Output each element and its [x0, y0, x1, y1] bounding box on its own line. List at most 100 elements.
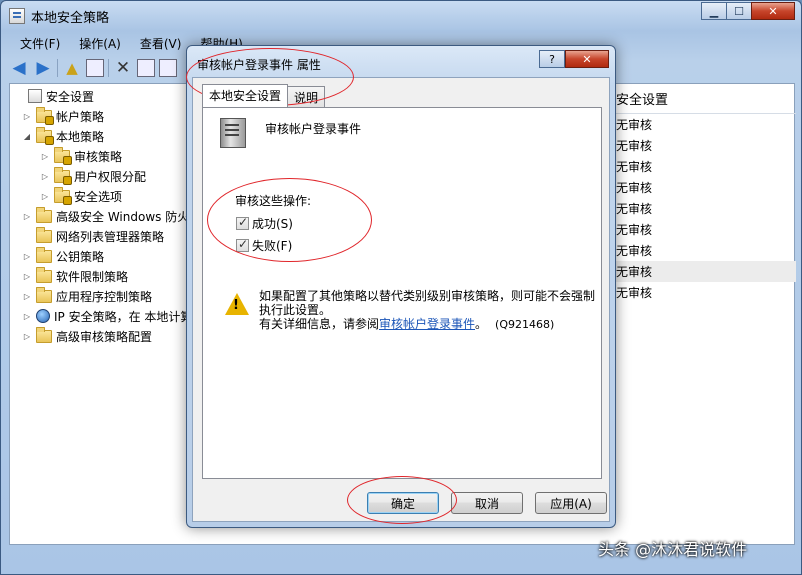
properties-dialog: 审核帐户登录事件 属性 ? ✕ 本地安全设置 说明 审核帐户登录事件 审核这些操… — [186, 45, 616, 528]
expand-arrow-icon[interactable]: ◢ — [22, 132, 32, 141]
apply-button[interactable]: 应用(A) — [535, 492, 607, 514]
list-item[interactable]: 无审核 — [610, 135, 796, 156]
expand-arrow-icon[interactable]: ▷ — [40, 192, 50, 201]
expand-arrow-icon[interactable]: ▷ — [22, 112, 32, 121]
tab-explain[interactable]: 说明 — [287, 86, 326, 107]
menu-action[interactable]: 操作(A) — [68, 32, 129, 54]
folder-icon — [36, 266, 52, 283]
folder-icon — [36, 286, 52, 303]
warning-help-link[interactable]: 审核帐户登录事件 — [379, 317, 475, 331]
list-item[interactable]: 无审核 — [610, 282, 796, 303]
dialog-title: 审核帐户登录事件 属性 — [197, 58, 321, 72]
dialog-tabs: 本地安全设置 说明 — [202, 84, 326, 107]
tab-local-security-setting[interactable]: 本地安全设置 — [202, 84, 289, 107]
tree-item-label: 审核策略 — [74, 149, 123, 164]
tree-item[interactable]: ▷ 安全选项 — [40, 186, 122, 206]
window-title: 本地安全策略 — [31, 10, 110, 26]
failure-checkbox-label: 失败(F) — [252, 239, 293, 253]
tree-item-label: 高级审核策略配置 — [56, 329, 153, 344]
window-title-bar: 本地安全策略 — [9, 6, 109, 26]
tree-item[interactable]: ▷ 高级审核策略配置 — [22, 326, 152, 346]
security-settings-icon — [28, 89, 42, 103]
folder-icon — [36, 226, 52, 243]
dialog-body: 本地安全设置 说明 审核帐户登录事件 审核这些操作: 成功(S) 失败(F) !… — [192, 77, 610, 522]
ok-button[interactable]: 确定 — [367, 492, 439, 514]
success-checkbox[interactable] — [236, 215, 249, 230]
close-button[interactable]: ✕ — [751, 2, 795, 20]
warning-exclamation-icon: ! — [233, 298, 239, 313]
expand-arrow-icon[interactable]: ▷ — [22, 272, 32, 281]
watermark-text: 头条 @沐沐君说软件 — [598, 540, 748, 559]
tree-item[interactable]: ▷ 审核策略 — [40, 146, 122, 166]
tree-item-label: 高级安全 Windows 防火 — [56, 209, 190, 224]
dialog-close-button[interactable]: ✕ — [565, 50, 609, 68]
expand-arrow-icon[interactable]: ▷ — [22, 292, 32, 301]
audit-actions-label: 审核这些操作: — [235, 194, 312, 208]
failure-checkbox[interactable] — [236, 237, 249, 252]
tree-item[interactable]: ◢ 本地策略 — [22, 126, 104, 146]
tree-item-label: 应用程序控制策略 — [56, 289, 153, 304]
show-hide-tree-icon[interactable] — [86, 59, 104, 77]
back-arrow-icon[interactable]: ◀ — [9, 58, 29, 78]
list-item[interactable]: 无审核 — [610, 114, 796, 135]
column-header-security-setting[interactable]: 安全设置 — [610, 84, 796, 114]
dialog-help-button[interactable]: ? — [539, 50, 565, 68]
tree-item[interactable]: ▷ 公钥策略 — [22, 246, 104, 266]
menu-view[interactable]: 查看(V) — [129, 32, 190, 54]
tab-page: 审核帐户登录事件 审核这些操作: 成功(S) 失败(F) ! 如果配置了其他策略… — [202, 107, 602, 479]
up-folder-icon[interactable]: ▲ — [62, 58, 82, 78]
tree-item[interactable]: ▷ IP 安全策略，在 本地计算 — [22, 306, 192, 326]
expand-arrow-icon[interactable]: ▷ — [22, 332, 32, 341]
list-item[interactable]: 无审核 — [610, 240, 796, 261]
failure-checkbox-row[interactable]: 失败(F) — [236, 237, 292, 254]
list-item[interactable]: 无审核 — [610, 177, 796, 198]
toolbar-separator — [108, 59, 109, 77]
locked-folder-icon — [54, 166, 72, 185]
export-list-icon[interactable] — [159, 59, 177, 77]
kb-article-id: (Q921468) — [495, 318, 555, 331]
list-item[interactable]: 无审核 — [610, 156, 796, 177]
expand-arrow-icon[interactable]: ▷ — [22, 312, 32, 321]
success-checkbox-row[interactable]: 成功(S) — [236, 215, 293, 232]
cancel-button[interactable]: 取消 — [451, 492, 523, 514]
locked-folder-icon — [54, 146, 72, 165]
delete-icon[interactable]: ✕ — [113, 58, 133, 78]
tree-item-label: 安全选项 — [74, 189, 123, 204]
server-policy-icon — [220, 118, 246, 148]
menu-file[interactable]: 文件(F) — [9, 32, 68, 54]
list-item[interactable]: 无审核 — [610, 219, 796, 240]
maximize-button[interactable]: ☐ — [726, 2, 752, 20]
tree-item-label: 公钥策略 — [56, 249, 105, 264]
tree-item[interactable]: ▷ 帐户策略 — [22, 106, 104, 126]
tree-item[interactable]: ▷ 高级安全 Windows 防火 — [22, 206, 189, 226]
window-controls: ▁ ☐ ✕ — [701, 2, 795, 20]
tree-item-label: 安全设置 — [46, 89, 95, 104]
tree-item[interactable]: 安全设置 — [14, 86, 94, 106]
forward-arrow-icon[interactable]: ▶ — [33, 58, 53, 78]
tree-item[interactable]: 网络列表管理器策略 — [22, 226, 164, 246]
properties-icon[interactable] — [137, 59, 155, 77]
folder-icon — [36, 246, 52, 263]
tree-item[interactable]: ▷ 应用程序控制策略 — [22, 286, 152, 306]
list-item[interactable]: 无审核 — [610, 261, 796, 282]
folder-icon — [36, 206, 52, 223]
list-item[interactable]: 无审核 — [610, 198, 796, 219]
settings-list: 安全设置 无审核 无审核 无审核 无审核 无审核 无审核 无审核 无审核 无审核 — [610, 84, 796, 544]
expand-arrow-icon[interactable]: ▷ — [22, 212, 32, 221]
locked-folder-icon — [36, 106, 54, 125]
tree-item[interactable]: ▷ 软件限制策略 — [22, 266, 128, 286]
locked-folder-icon — [54, 186, 72, 205]
tree-item-label: 帐户策略 — [56, 109, 105, 124]
expand-arrow-icon[interactable]: ▷ — [40, 172, 50, 181]
expand-arrow-icon[interactable]: ▷ — [22, 252, 32, 261]
locked-folder-icon — [36, 126, 54, 145]
expand-arrow-icon[interactable]: ▷ — [40, 152, 50, 161]
tree-item-label: IP 安全策略，在 本地计算 — [54, 309, 193, 324]
toolbar: ◀ ▶ ▲ ✕ — [9, 55, 189, 81]
tree-item-label: 本地策略 — [56, 129, 105, 144]
tree-item[interactable]: ▷ 用户权限分配 — [40, 166, 146, 186]
warning-text: 如果配置了其他策略以替代类别级别审核策略，则可能不会强制执行此设置。 有关详细信… — [259, 289, 599, 332]
minimize-button[interactable]: ▁ — [701, 2, 727, 20]
folder-icon — [36, 326, 52, 343]
tree-item-label: 用户权限分配 — [74, 169, 147, 184]
